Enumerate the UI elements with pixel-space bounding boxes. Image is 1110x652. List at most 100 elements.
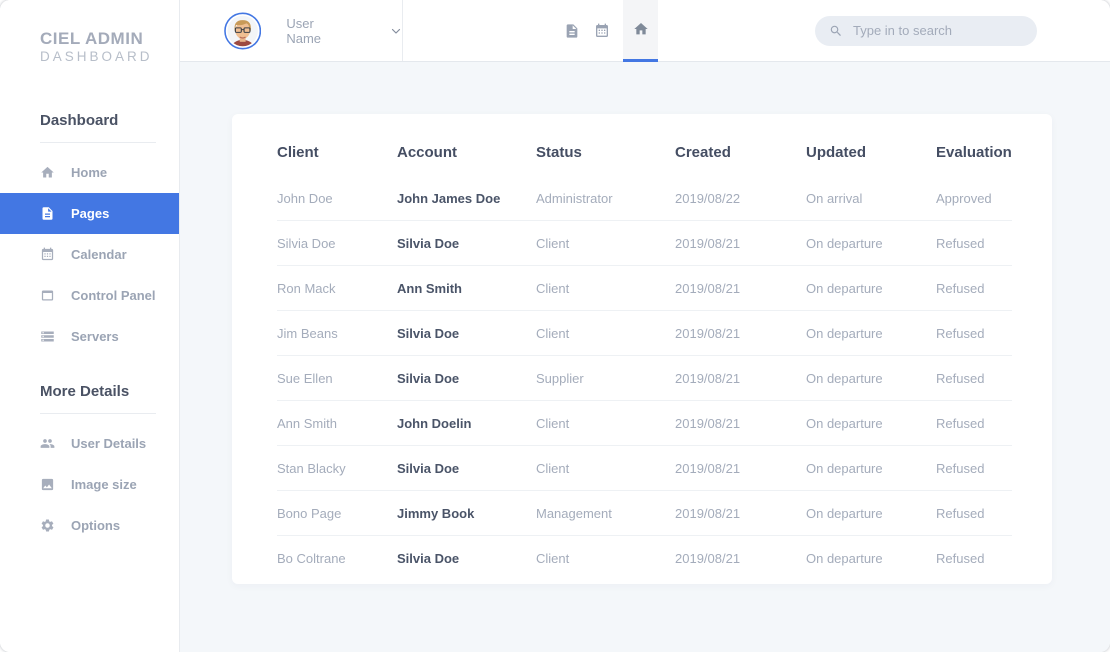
brand-logo: CIEL ADMIN DASHBOARD <box>0 0 179 66</box>
cell-status: Client <box>536 445 675 491</box>
topbar-divider <box>402 0 403 61</box>
search-icon <box>829 24 843 38</box>
user-menu[interactable]: User Name <box>180 12 402 50</box>
cell-status: Client <box>536 220 675 266</box>
content-area: Client Account Status Created Updated Evaluat… <box>180 62 1110 652</box>
cell-account: John Doelin <box>397 400 536 446</box>
cell-status: Client <box>536 310 675 356</box>
cell-evaluation: Refused <box>936 445 1012 491</box>
table-row: Jim Beans Silvia Doe Client 2019/08/21 On de… <box>277 310 1012 356</box>
user-name: User Name <box>286 15 322 46</box>
column-header-created: Created <box>675 143 731 161</box>
sidebar-item-label: Servers <box>71 329 119 345</box>
cell-account: Ann Smith <box>397 265 536 311</box>
cell-evaluation: Refused <box>936 220 1012 266</box>
cell-updated: On departure <box>806 220 936 266</box>
sidebar-item-control-panel[interactable]: Control Panel <box>0 275 179 316</box>
app-window: CIEL ADMIN DASHBOARD Dashboard Home Pages C… <box>0 0 1110 652</box>
cell-updated: On departure <box>806 445 936 491</box>
cell-evaluation: Refused <box>936 490 1012 536</box>
section-divider <box>40 142 156 144</box>
control-panel-icon <box>40 288 55 303</box>
sidebar-item-user-details[interactable]: User Details <box>0 423 179 464</box>
cell-created: 2019/08/21 <box>675 265 806 311</box>
cell-updated: On departure <box>806 400 936 446</box>
sidebar-item-pages[interactable]: Pages <box>0 193 179 235</box>
document-icon <box>564 23 580 39</box>
avatar <box>224 12 262 49</box>
column-header-client: Client <box>277 143 319 161</box>
cell-account: Silvia Doe <box>397 445 536 491</box>
cell-created: 2019/08/21 <box>675 535 806 580</box>
column-header-status: Status <box>536 143 582 161</box>
cell-client: John Doe <box>277 190 333 206</box>
main-column: User Name Client Account Status Created Upda… <box>180 0 1110 652</box>
sidebar-item-label: Calendar <box>71 247 127 263</box>
cell-client: Silvia Doe <box>277 220 397 266</box>
gear-icon <box>40 518 55 533</box>
topbar-tabs <box>557 0 658 62</box>
cell-created: 2019/08/21 <box>675 310 806 356</box>
table-row: Sue Ellen Silvia Doe Supplier 2019/08/21 On … <box>277 355 1012 401</box>
section-divider <box>40 413 156 415</box>
cell-evaluation: Refused <box>936 310 1012 356</box>
topbar: User Name <box>180 0 1110 62</box>
table-header-row: Client Account Status Created Updated Evaluat… <box>277 128 1012 176</box>
cell-evaluation: Refused <box>936 400 1012 446</box>
servers-icon <box>40 329 55 344</box>
sidebar-item-home[interactable]: Home <box>0 152 179 193</box>
section-heading-more-details: More Details <box>40 383 130 401</box>
cell-created: 2019/08/21 <box>675 400 806 446</box>
topbar-tab-calendar[interactable] <box>587 0 617 62</box>
cell-client: Bo Coltrane <box>277 535 397 580</box>
table-row: Ron Mack Ann Smith Client 2019/08/21 On depa… <box>277 265 1012 311</box>
cell-created: 2019/08/21 <box>675 220 806 266</box>
sidebar-item-label: User Details <box>71 436 147 452</box>
sidebar-item-label: Pages <box>71 206 110 222</box>
sidebar-item-image-size[interactable]: Image size <box>0 464 179 505</box>
topbar-tab-document[interactable] <box>557 0 587 62</box>
cell-account: Silvia Doe <box>397 310 536 356</box>
sidebar-item-calendar[interactable]: Calendar <box>0 234 179 275</box>
calendar-icon <box>594 23 610 39</box>
brand-subtitle: DASHBOARD <box>40 49 153 65</box>
table-row: Stan Blacky Silvia Doe Client 2019/08/21 On … <box>277 445 1012 491</box>
cell-account: Silvia Doe <box>397 220 536 266</box>
cell-status: Supplier <box>536 355 675 401</box>
search-input[interactable] <box>851 22 1023 39</box>
cell-client: Sue Ellen <box>277 355 397 401</box>
calendar-icon <box>40 247 55 262</box>
user-details-icon <box>40 436 55 451</box>
cell-client: Ann Smith <box>277 400 397 446</box>
cell-status: Client <box>536 265 675 311</box>
home-icon <box>633 21 649 37</box>
search-box <box>815 15 1037 46</box>
clients-table: Client Account Status Created Updated Evaluat… <box>277 128 1012 580</box>
sidebar-item-servers[interactable]: Servers <box>0 316 179 357</box>
cell-status: Client <box>536 535 675 580</box>
table-row: Silvia Doe Silvia Doe Client 2019/08/21 On d… <box>277 220 1012 266</box>
home-icon <box>40 165 55 180</box>
cell-created: 2019/08/22 <box>675 190 741 206</box>
cell-status: Management <box>536 490 675 536</box>
image-size-icon <box>40 477 55 492</box>
cell-created: 2019/08/21 <box>675 355 806 401</box>
sidebar-item-options[interactable]: Options <box>0 505 179 546</box>
column-header-updated: Updated <box>806 143 866 161</box>
brand-title: CIEL ADMIN <box>40 29 144 48</box>
table-row: Bo Coltrane Silvia Doe Client 2019/08/21 On … <box>277 535 1012 580</box>
table-row: Bono Page Jimmy Book Management 2019/08/21 O… <box>277 490 1012 536</box>
cell-client: Bono Page <box>277 490 397 536</box>
cell-updated: On departure <box>806 355 936 401</box>
cell-evaluation: Approved <box>936 190 992 206</box>
cell-updated: On departure <box>806 490 936 536</box>
cell-evaluation: Refused <box>936 265 1012 311</box>
sidebar-item-label: Home <box>71 165 108 181</box>
cell-created: 2019/08/21 <box>675 490 806 536</box>
cell-client: Stan Blacky <box>277 445 397 491</box>
cell-evaluation: Refused <box>936 535 1012 580</box>
column-header-evaluation: Evaluation <box>936 143 1012 161</box>
table-card: Client Account Status Created Updated Evaluat… <box>232 114 1052 584</box>
topbar-tab-home[interactable] <box>623 0 658 62</box>
cell-account: Silvia Doe <box>397 535 536 580</box>
